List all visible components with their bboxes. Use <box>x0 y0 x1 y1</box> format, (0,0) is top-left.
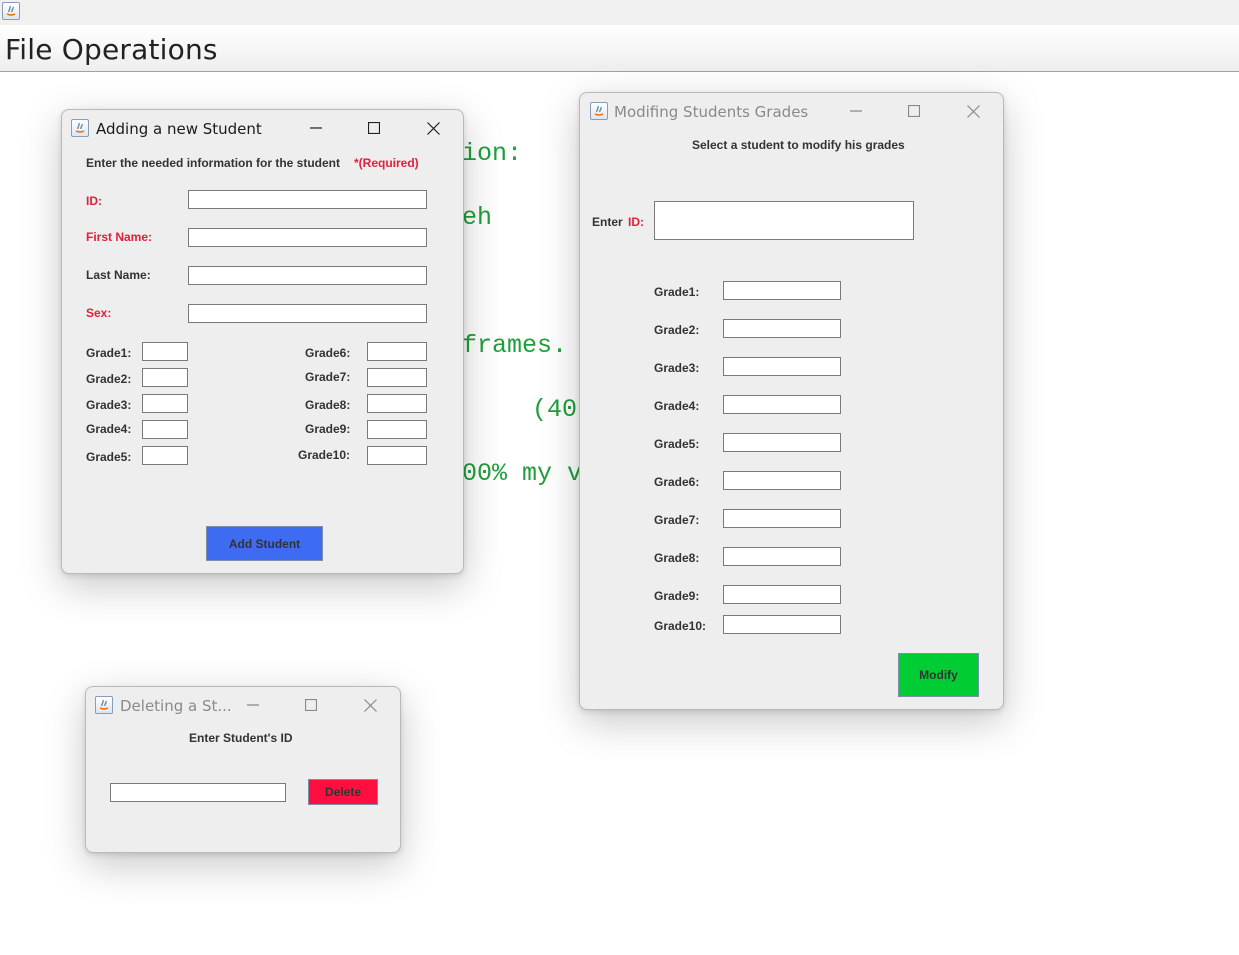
grade8-input[interactable] <box>723 547 841 566</box>
grade-label: Grade9: <box>305 422 351 436</box>
window-title: Modifing Students Grades <box>614 103 809 121</box>
instruction-text: Select a student to modify his grades <box>692 138 905 152</box>
modify-grades-window: Modifing Students Grades Select a studen… <box>579 92 1004 710</box>
id-label: ID: <box>628 215 644 229</box>
grade-label: Grade7: <box>654 513 700 527</box>
grade9-input[interactable] <box>723 585 841 604</box>
grade7-input[interactable] <box>367 368 427 387</box>
id-input[interactable] <box>654 201 914 240</box>
close-icon[interactable] <box>958 99 988 123</box>
first-name-input[interactable] <box>188 228 427 247</box>
delete-button[interactable]: Delete <box>308 779 378 805</box>
grade-label: Grade1: <box>654 285 700 299</box>
add-student-window: Adding a new Student Enter the needed in… <box>61 109 464 574</box>
grade-label: Grade4: <box>654 399 700 413</box>
grade-label: Grade2: <box>86 372 132 386</box>
id-input[interactable] <box>188 190 427 209</box>
instruction-text: Enter Student's ID <box>189 731 293 745</box>
grade-label: Grade5: <box>654 437 700 451</box>
grade1-input[interactable] <box>142 342 188 361</box>
grade-label: Grade10: <box>654 619 707 633</box>
grade-label: Grade6: <box>305 346 351 360</box>
grade4-input[interactable] <box>142 420 188 439</box>
delete-student-window: Deleting a St... Enter Student's ID Dele… <box>85 686 401 853</box>
grade5-input[interactable] <box>723 433 841 452</box>
add-student-button[interactable]: Add Student <box>206 526 323 561</box>
java-icon <box>95 696 113 714</box>
background-text: 00% my v <box>462 459 583 488</box>
maximize-icon[interactable] <box>899 99 929 123</box>
grade1-input[interactable] <box>723 281 841 300</box>
last-name-input[interactable] <box>188 266 427 285</box>
grade6-input[interactable] <box>367 342 427 361</box>
grade3-input[interactable] <box>723 357 841 376</box>
close-icon[interactable] <box>355 693 385 717</box>
sex-input[interactable] <box>188 304 427 323</box>
sex-label: Sex: <box>86 306 112 320</box>
grade-label: Grade2: <box>654 323 700 337</box>
background-text: frames. <box>462 331 568 360</box>
grade3-input[interactable] <box>142 394 188 413</box>
java-icon <box>71 119 89 137</box>
modify-button[interactable]: Modify <box>898 653 979 697</box>
app-titlebar <box>0 0 1239 25</box>
background-text: (40 <box>532 395 578 424</box>
grade-label: Grade3: <box>86 398 132 412</box>
menu-file-operations[interactable]: File Operations <box>5 33 218 66</box>
grade-label: Grade1: <box>86 346 132 360</box>
grade10-input[interactable] <box>367 446 427 465</box>
java-icon <box>590 102 608 120</box>
java-icon <box>2 2 20 20</box>
grade-label: Grade6: <box>654 475 700 489</box>
grade8-input[interactable] <box>367 394 427 413</box>
window-title: Adding a new Student <box>96 120 262 138</box>
background-text: ion: <box>462 139 523 168</box>
grade-label: Grade4: <box>86 422 132 436</box>
maximize-icon[interactable] <box>359 116 389 140</box>
window-title: Deleting a St... <box>120 697 232 715</box>
minimize-icon[interactable] <box>841 99 871 123</box>
grade7-input[interactable] <box>723 509 841 528</box>
maximize-icon[interactable] <box>296 693 326 717</box>
grade4-input[interactable] <box>723 395 841 414</box>
grade2-input[interactable] <box>723 319 841 338</box>
grade-label: Grade7: <box>305 370 351 384</box>
minimize-icon[interactable] <box>301 116 331 140</box>
grade-label: Grade5: <box>86 450 132 464</box>
grade-label: Grade8: <box>305 398 351 412</box>
grade-label: Grade10: <box>298 448 351 462</box>
grade6-input[interactable] <box>723 471 841 490</box>
grade-label: Grade8: <box>654 551 700 565</box>
last-name-label: Last Name: <box>86 268 151 282</box>
grade9-input[interactable] <box>367 420 427 439</box>
required-note: *(Required) <box>354 156 419 170</box>
grade5-input[interactable] <box>142 446 188 465</box>
grade2-input[interactable] <box>142 368 188 387</box>
menubar: File Operations <box>0 25 1239 72</box>
id-label: ID: <box>86 194 102 208</box>
grade10-input[interactable] <box>723 615 841 634</box>
first-name-label: First Name: <box>86 230 153 244</box>
enter-label: Enter <box>592 215 623 229</box>
minimize-icon[interactable] <box>238 693 268 717</box>
instruction-text: Enter the needed information for the stu… <box>86 156 341 170</box>
close-icon[interactable] <box>418 116 448 140</box>
grade-label: Grade9: <box>654 589 700 603</box>
student-id-input[interactable] <box>110 783 286 802</box>
background-text: eh <box>462 203 493 232</box>
grade-label: Grade3: <box>654 361 700 375</box>
